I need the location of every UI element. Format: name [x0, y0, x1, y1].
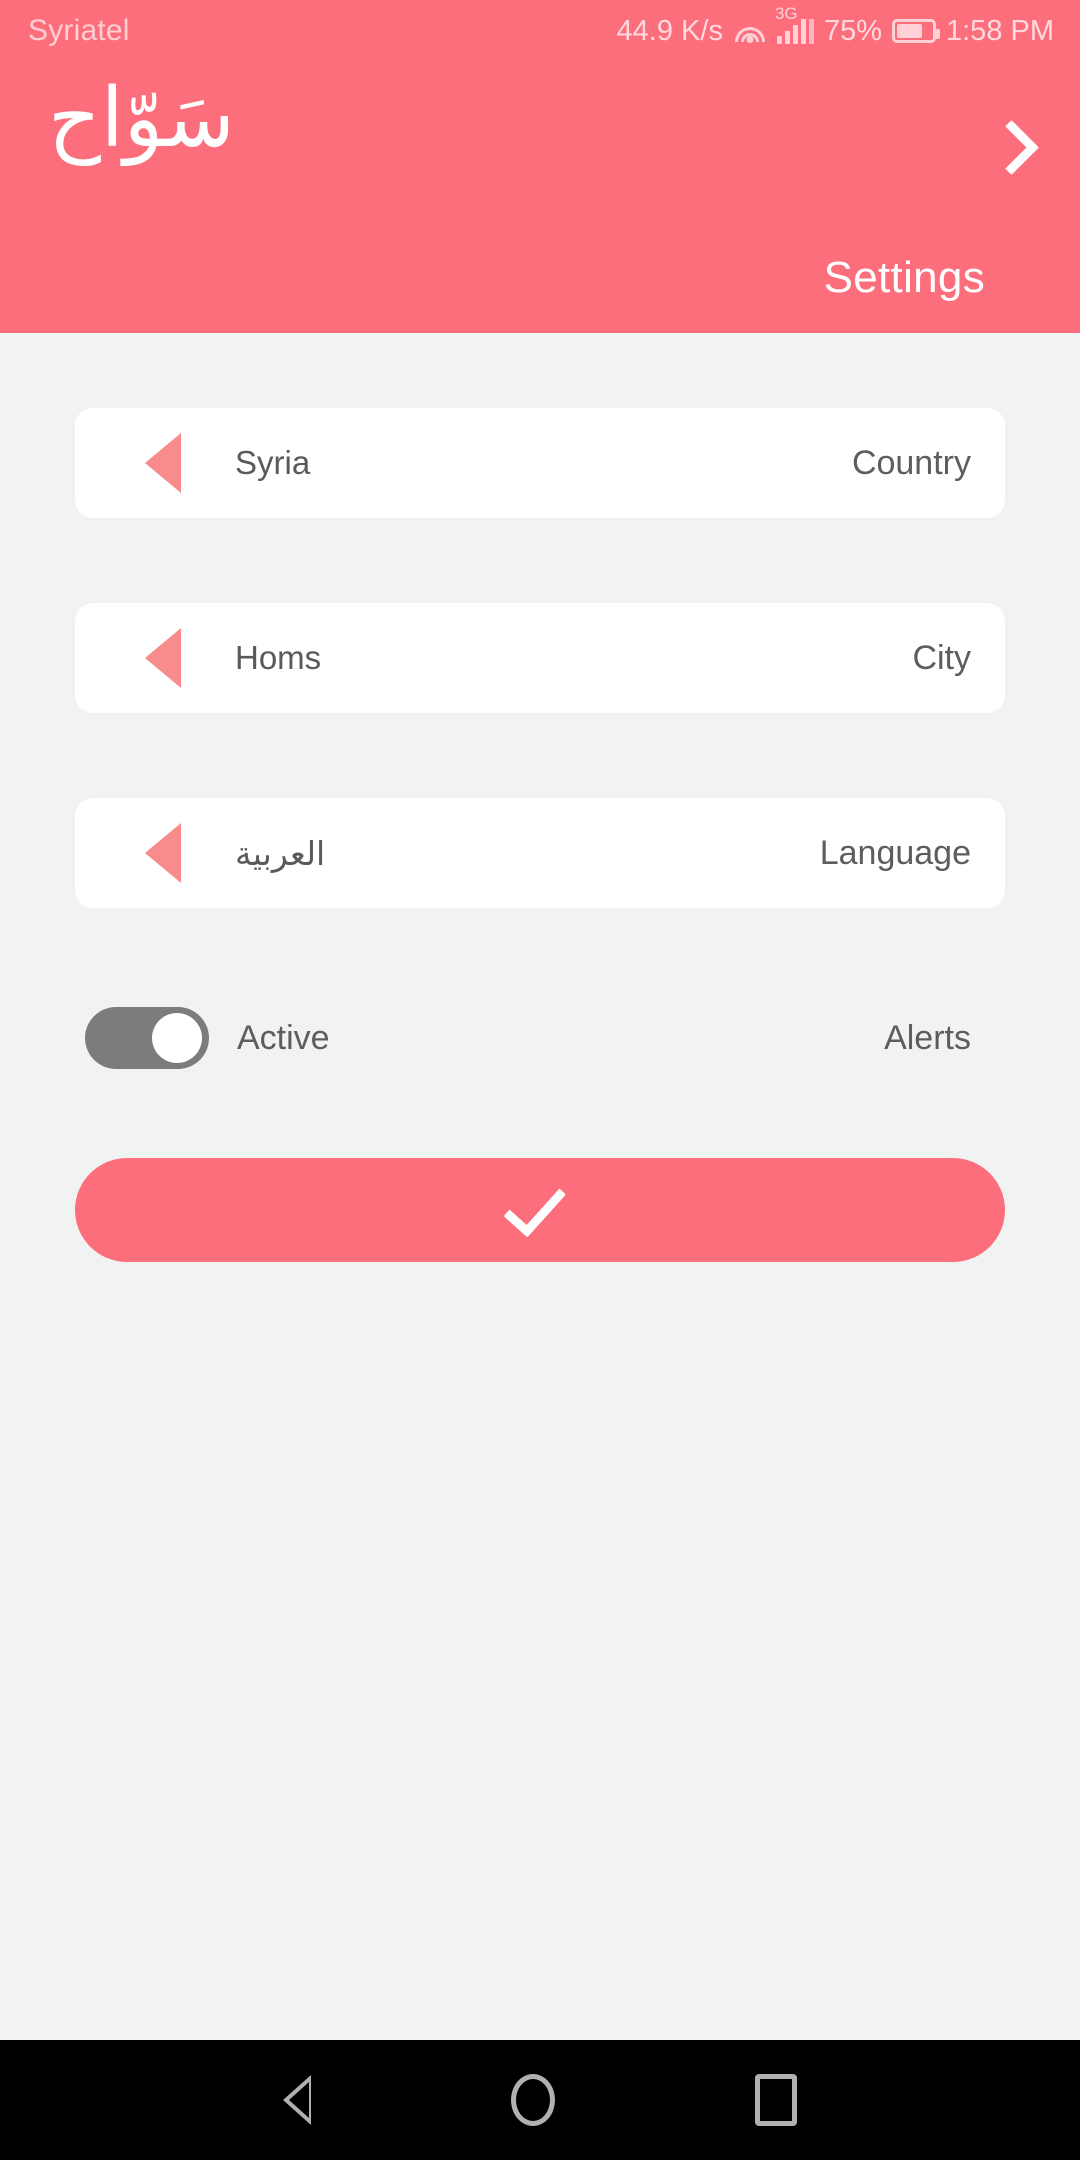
app-header: سَوّاح Settings: [0, 62, 1080, 333]
check-icon: [503, 1173, 567, 1238]
battery-icon: [892, 19, 940, 43]
triangle-left-icon[interactable]: [145, 628, 181, 688]
app-logo: سَوّاح: [48, 71, 235, 166]
setting-label-city: City: [912, 638, 971, 677]
triangle-left-icon[interactable]: [145, 823, 181, 883]
setting-label-language: Language: [819, 833, 971, 872]
recents-square-icon[interactable]: [755, 2074, 797, 2126]
confirm-button[interactable]: [75, 1158, 1005, 1262]
setting-row-country[interactable]: Syria Country: [75, 408, 1005, 518]
setting-value-country: Syria: [235, 444, 311, 481]
setting-value-city: Homs: [235, 639, 322, 676]
setting-label-alerts: Alerts: [884, 1018, 971, 1057]
setting-row-alerts: Active Alerts: [75, 998, 1005, 1078]
setting-row-language[interactable]: العربية Language: [75, 798, 1005, 908]
settings-content: Syria Country Homs City العربية Language…: [0, 333, 1080, 2040]
android-navigation-bar: [0, 2040, 1080, 2160]
chevron-right-icon[interactable]: [986, 124, 1032, 170]
setting-label-country: Country: [851, 443, 971, 482]
network-type-label: 3G: [774, 4, 798, 23]
alerts-toggle-knob: [152, 1013, 202, 1063]
triangle-left-icon[interactable]: [145, 433, 181, 493]
back-triangle-icon[interactable]: [283, 2075, 311, 2125]
clock-label: 1:58 PM: [946, 14, 1054, 47]
home-circle-icon[interactable]: [511, 2074, 555, 2126]
page-title: Settings: [823, 253, 985, 302]
signal-bars-icon: 3G: [775, 5, 814, 44]
network-speed-label: 44.9 K/s: [616, 14, 723, 47]
carrier-label: Syriatel: [28, 14, 130, 47]
status-bar-indicators: 44.9 K/s 3G 75% 1:58 PM: [616, 5, 1054, 48]
wifi-icon: [733, 18, 767, 44]
status-bar: Syriatel 44.9 K/s 3G 75% 1:58 PM: [0, 0, 1080, 62]
setting-value-language: العربية: [235, 833, 326, 873]
alerts-toggle[interactable]: [85, 1007, 209, 1069]
alerts-state-label: Active: [237, 1018, 330, 1057]
phone-screen: Syriatel 44.9 K/s 3G 75% 1:58 PM سَوّاح …: [0, 0, 1080, 2160]
battery-percent-label: 75%: [823, 14, 882, 47]
setting-row-city[interactable]: Homs City: [75, 603, 1005, 713]
